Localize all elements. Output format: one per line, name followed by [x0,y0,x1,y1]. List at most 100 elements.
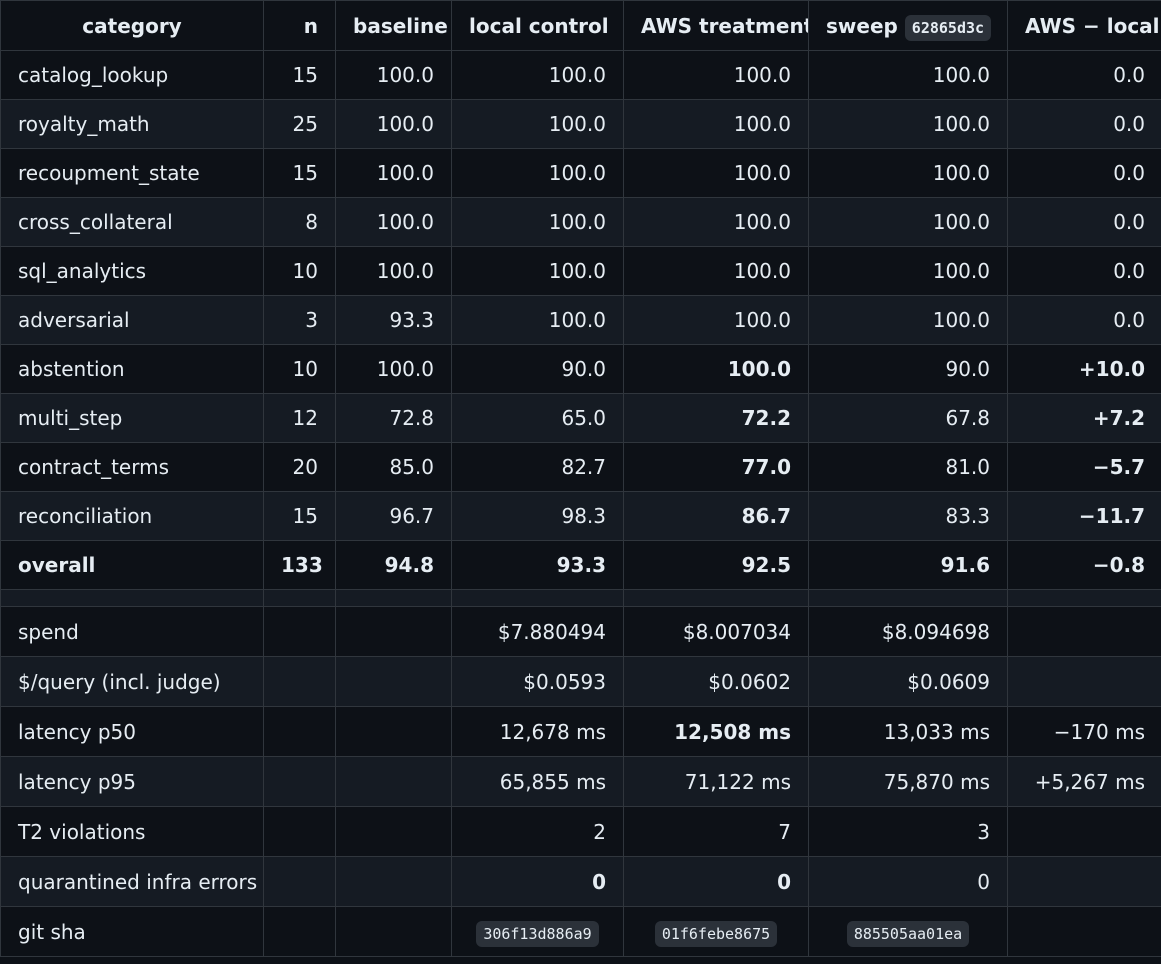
git-sha-local: 306f13d886a9 [476,920,599,947]
cell-local: 93.3 [451,540,624,590]
table-row: contract_terms 20 85.0 82.7 77.0 81.0 −5… [0,442,1161,492]
cell-aws: 92.5 [623,540,809,590]
header-row: category n baseline local control AWS tr… [0,0,1161,51]
cell-sweep: 885505aa01ea [808,906,1008,957]
cell-sweep: 100.0 [808,295,1008,345]
cell-delta [1007,606,1161,657]
cell-baseline: 72.8 [335,393,452,443]
cell-sweep: 3 [808,806,1008,857]
cell-baseline: 85.0 [335,442,452,492]
cell-delta: 0.0 [1007,50,1161,100]
cell-delta: 0.0 [1007,295,1161,345]
git-sha-aws: 01f6febe8675 [654,920,778,947]
cell-sweep: 75,870 ms [808,756,1008,807]
cell-aws: 100.0 [623,344,809,394]
cell-delta: −5.7 [1007,442,1161,492]
cell-n: 15 [263,50,336,100]
header-n: n [263,0,336,51]
metric-row-t2-violations: T2 violations 2 7 3 [0,806,1161,857]
divider-cell [451,589,624,607]
cell-delta: +5,267 ms [1007,756,1161,807]
cell-aws: 100.0 [623,246,809,296]
cell-delta: 0.0 [1007,148,1161,198]
cell-local: 100.0 [451,99,624,149]
cell-sweep: 100.0 [808,50,1008,100]
table-row: catalog_lookup 15 100.0 100.0 100.0 100.… [0,50,1161,100]
cell-delta: −11.7 [1007,491,1161,541]
cell-n: 15 [263,148,336,198]
cell-aws: 100.0 [623,99,809,149]
header-aws-treatment: AWS treatment [623,0,809,51]
cell-baseline: 100.0 [335,197,452,247]
cell-delta: 0.0 [1007,99,1161,149]
table-row: royalty_math 25 100.0 100.0 100.0 100.0 … [0,99,1161,149]
cell-n [263,656,336,707]
cell-n [263,856,336,907]
cell-sweep: $8.094698 [808,606,1008,657]
divider-cell [335,589,452,607]
cell-category: recoupment_state [0,148,264,198]
cell-sweep: 100.0 [808,99,1008,149]
results-table: category n baseline local control AWS tr… [0,0,1161,957]
cell-baseline: 96.7 [335,491,452,541]
divider-cell [623,589,809,607]
metric-row-per-query: $/query (incl. judge) $0.0593 $0.0602 $0… [0,656,1161,707]
header-baseline: baseline [335,0,452,51]
cell-sweep: 90.0 [808,344,1008,394]
metric-label: latency p95 [0,756,264,807]
cell-local: 100.0 [451,148,624,198]
metric-row-git-sha: git sha 306f13d886a9 01f6febe8675 885505… [0,906,1161,957]
cell-local: 82.7 [451,442,624,492]
cell-sweep: 100.0 [808,246,1008,296]
cell-category: royalty_math [0,99,264,149]
cell-local: 0 [451,856,624,907]
git-sha-sweep: 885505aa01ea [846,920,970,947]
header-aws-minus-local: AWS − local [1007,0,1161,51]
cell-n: 8 [263,197,336,247]
cell-baseline [335,856,452,907]
cell-aws: 86.7 [623,491,809,541]
cell-category: adversarial [0,295,264,345]
metric-label: $/query (incl. judge) [0,656,264,707]
cell-aws: 01f6febe8675 [623,906,809,957]
cell-local: 100.0 [451,246,624,296]
metric-row-latency-p95: latency p95 65,855 ms 71,122 ms 75,870 m… [0,756,1161,807]
cell-baseline: 100.0 [335,99,452,149]
overall-row: overall 133 94.8 93.3 92.5 91.6 −0.8 [0,540,1161,590]
cell-aws: 72.2 [623,393,809,443]
cell-aws: 100.0 [623,50,809,100]
cell-local: 90.0 [451,344,624,394]
header-sweep: sweep 62865d3c [808,0,1008,51]
cell-sweep: 0 [808,856,1008,907]
cell-category: sql_analytics [0,246,264,296]
cell-aws: 100.0 [623,197,809,247]
table-row: sql_analytics 10 100.0 100.0 100.0 100.0… [0,246,1161,296]
cell-local: 306f13d886a9 [451,906,624,957]
cell-local: 100.0 [451,197,624,247]
table-row: reconciliation 15 96.7 98.3 86.7 83.3 −1… [0,491,1161,541]
cell-aws: 12,508 ms [623,706,809,757]
cell-sweep: 83.3 [808,491,1008,541]
cell-baseline: 100.0 [335,148,452,198]
cell-aws: 71,122 ms [623,756,809,807]
cell-local: 100.0 [451,50,624,100]
cell-n: 10 [263,344,336,394]
cell-baseline: 100.0 [335,344,452,394]
table-row: cross_collateral 8 100.0 100.0 100.0 100… [0,197,1161,247]
divider-cell [808,589,1008,607]
table-row: multi_step 12 72.8 65.0 72.2 67.8 +7.2 [0,393,1161,443]
cell-category: catalog_lookup [0,50,264,100]
header-local-control: local control [451,0,624,51]
divider-cell [263,589,336,607]
cell-category: abstention [0,344,264,394]
cell-category: reconciliation [0,491,264,541]
cell-category: multi_step [0,393,264,443]
cell-aws: 77.0 [623,442,809,492]
cell-local: 65,855 ms [451,756,624,807]
cell-n: 3 [263,295,336,345]
divider-cell [1007,589,1161,607]
cell-n: 20 [263,442,336,492]
cell-baseline: 94.8 [335,540,452,590]
cell-n: 25 [263,99,336,149]
metric-row-spend: spend $7.880494 $8.007034 $8.094698 [0,606,1161,657]
